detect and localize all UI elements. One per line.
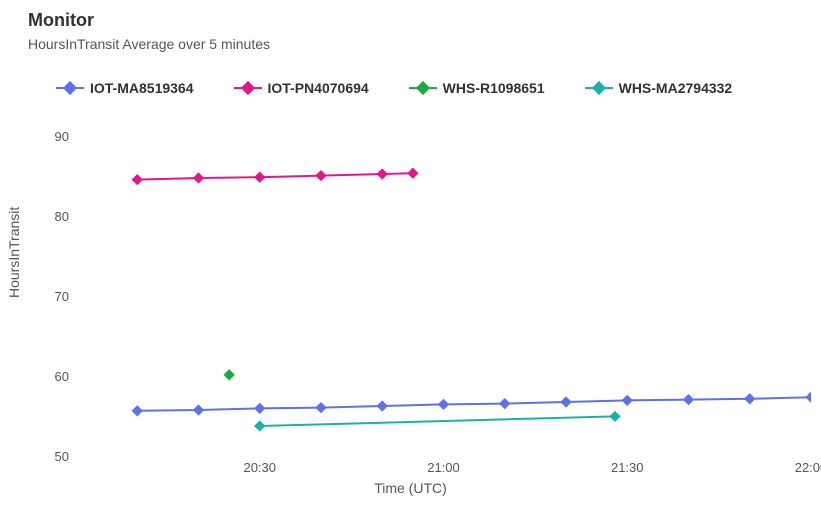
data-point[interactable] [254,172,265,183]
data-point[interactable] [315,170,326,181]
legend-item-0[interactable]: IOT-MA8519364 [56,80,194,96]
legend-item-1[interactable]: IOT-PN4070694 [234,80,369,96]
y-tick: 70 [9,289,69,304]
chart-container: Monitor HoursInTransit Average over 5 mi… [0,0,821,506]
data-point[interactable] [438,399,449,410]
legend-label: WHS-MA2794332 [619,80,733,96]
data-point[interactable] [315,402,326,413]
data-point[interactable] [560,396,571,407]
legend-label: WHS-R1098651 [443,80,545,96]
y-tick: 50 [9,449,69,464]
data-point[interactable] [254,403,265,414]
data-point[interactable] [377,168,388,179]
x-tick: 21:30 [611,460,644,475]
x-tick: 21:00 [427,460,460,475]
y-tick: 60 [9,369,69,384]
data-point[interactable] [499,398,510,409]
chart-title: Monitor [28,10,94,31]
data-point[interactable] [193,404,204,415]
data-point[interactable] [744,393,755,404]
y-tick: 80 [9,209,69,224]
plot-area [76,138,811,458]
chart-legend: IOT-MA8519364 IOT-PN4070694 WHS-R1098651 WH… [56,80,776,100]
x-tick: 22:00 [795,460,821,475]
data-point[interactable] [223,369,234,380]
data-point[interactable] [805,392,811,403]
series-line [137,173,413,179]
data-point[interactable] [193,172,204,183]
data-point[interactable] [254,420,265,431]
diamond-icon [56,80,84,96]
data-point[interactable] [622,395,633,406]
data-point[interactable] [609,411,620,422]
diamond-icon [409,80,437,96]
series-line [137,397,811,411]
data-point[interactable] [683,394,694,405]
data-point[interactable] [132,405,143,416]
legend-item-2[interactable]: WHS-R1098651 [409,80,545,96]
chart-subtitle: HoursInTransit Average over 5 minutes [28,36,270,52]
series-line [260,416,615,426]
x-axis-label: Time (UTC) [0,480,821,496]
legend-label: IOT-PN4070694 [268,80,369,96]
diamond-icon [585,80,613,96]
legend-label: IOT-MA8519364 [90,80,194,96]
x-tick: 20:30 [243,460,276,475]
y-tick: 90 [9,129,69,144]
data-point[interactable] [377,400,388,411]
legend-item-3[interactable]: WHS-MA2794332 [585,80,733,96]
data-point[interactable] [132,174,143,185]
diamond-icon [234,80,262,96]
data-point[interactable] [407,168,418,179]
